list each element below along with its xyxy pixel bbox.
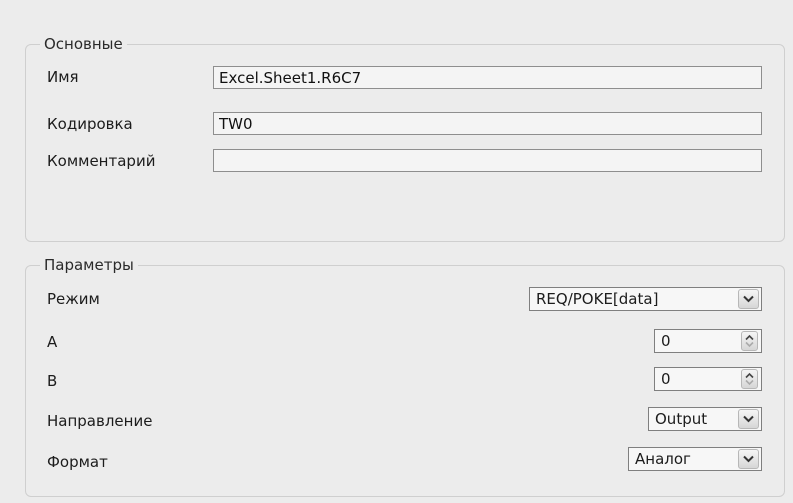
a-spin-buttons[interactable] xyxy=(741,331,758,351)
a-value: 0 xyxy=(661,332,671,350)
direction-label: Направление xyxy=(47,412,153,430)
mode-label: Режим xyxy=(47,290,100,308)
b-spin-buttons[interactable] xyxy=(741,369,758,389)
params-group-legend: Параметры xyxy=(40,256,138,274)
basic-group: Основные Имя Кодировка Комментарий xyxy=(25,35,785,242)
spin-up-down-icon xyxy=(745,334,754,348)
encoding-field[interactable] xyxy=(213,112,762,135)
mode-select[interactable]: REQ/POKE[data] xyxy=(529,287,762,311)
direction-select[interactable]: Output xyxy=(648,407,762,431)
mode-dropdown-button[interactable] xyxy=(738,289,759,309)
name-label: Имя xyxy=(47,68,79,86)
direction-dropdown-button[interactable] xyxy=(738,409,759,429)
a-label: A xyxy=(47,333,58,351)
direction-select-value: Output xyxy=(655,410,708,428)
chevron-down-icon xyxy=(743,455,754,463)
b-label: B xyxy=(47,372,58,390)
params-group: Параметры Режим REQ/POKE[data] A 0 B 0 Н… xyxy=(25,256,785,497)
b-value: 0 xyxy=(661,370,671,388)
chevron-down-icon xyxy=(743,295,754,303)
format-label: Формат xyxy=(47,453,108,471)
comment-field[interactable] xyxy=(213,149,762,172)
comment-label: Комментарий xyxy=(47,152,156,170)
format-dropdown-button[interactable] xyxy=(738,449,759,469)
format-select-value: Аналог xyxy=(635,450,691,468)
encoding-label: Кодировка xyxy=(47,115,133,133)
mode-select-value: REQ/POKE[data] xyxy=(536,290,659,308)
name-field[interactable] xyxy=(213,66,762,89)
b-spinner[interactable]: 0 xyxy=(654,367,762,391)
chevron-down-icon xyxy=(743,415,754,423)
a-spinner[interactable]: 0 xyxy=(654,329,762,353)
spin-up-down-icon xyxy=(745,372,754,386)
basic-group-legend: Основные xyxy=(40,35,127,53)
format-select[interactable]: Аналог xyxy=(628,447,762,471)
